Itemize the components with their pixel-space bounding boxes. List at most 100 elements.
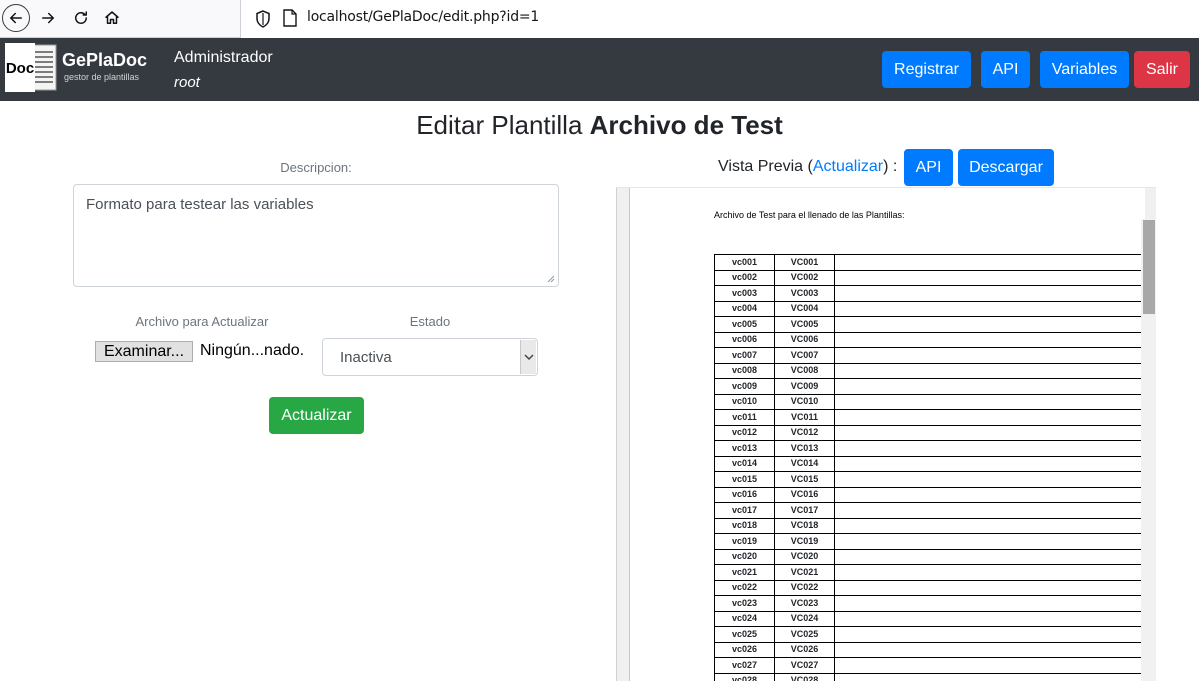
home-icon[interactable] bbox=[98, 4, 126, 32]
value-cell bbox=[834, 486, 1143, 503]
registrar-button[interactable]: Registrar bbox=[882, 51, 971, 88]
value-cell bbox=[834, 378, 1143, 395]
variable-cell: VC014 bbox=[774, 455, 835, 472]
url-text[interactable]: localhost/GePlaDoc/edit.php?id=1 bbox=[307, 9, 539, 25]
variable-cell: VC021 bbox=[774, 564, 835, 581]
variable-cell: vc023 bbox=[714, 595, 775, 612]
table-row: vc013 VC013 bbox=[714, 440, 1143, 457]
doc-heading: Archivo de Test para el llenado de las P… bbox=[714, 210, 905, 220]
variable-cell: vc008 bbox=[714, 362, 775, 379]
page-icon bbox=[283, 9, 297, 27]
value-cell bbox=[834, 285, 1143, 302]
variable-cell: vc021 bbox=[714, 564, 775, 581]
variable-cell: vc012 bbox=[714, 424, 775, 441]
download-button[interactable]: Descargar bbox=[958, 149, 1054, 186]
variable-cell: VC013 bbox=[774, 440, 835, 457]
value-cell bbox=[834, 300, 1143, 317]
table-row: vc015 VC015 bbox=[714, 471, 1143, 488]
forward-icon[interactable] bbox=[34, 4, 62, 32]
value-cell bbox=[834, 610, 1143, 627]
variable-cell: vc009 bbox=[714, 378, 775, 395]
table-row: vc017 VC017 bbox=[714, 502, 1143, 519]
variable-cell: VC023 bbox=[774, 595, 835, 612]
refresh-preview-link[interactable]: Actualizar bbox=[813, 158, 883, 175]
brand-name[interactable]: GePlaDoc bbox=[62, 50, 147, 71]
page-title-prefix: Editar Plantilla bbox=[416, 110, 583, 140]
description-textarea[interactable]: Formato para testear las variables bbox=[73, 184, 559, 287]
status-selected-value: Inactiva bbox=[340, 349, 392, 366]
chevron-down-icon[interactable] bbox=[520, 340, 536, 374]
doc-variables-table: vc001 VC001 vc002 VC002 vc003 VC003 vc004 VC004… bbox=[714, 254, 1143, 681]
api-button[interactable]: API bbox=[981, 51, 1030, 88]
variable-cell: VC004 bbox=[774, 300, 835, 317]
table-row: vc019 VC019 bbox=[714, 533, 1143, 550]
table-row: vc002 VC002 bbox=[714, 269, 1143, 286]
variable-cell: VC028 bbox=[774, 672, 835, 681]
value-cell bbox=[834, 424, 1143, 441]
table-row: vc023 VC023 bbox=[714, 595, 1143, 612]
value-cell bbox=[834, 595, 1143, 612]
scrollbar-thumb[interactable] bbox=[1143, 220, 1155, 314]
variable-cell: VC015 bbox=[774, 471, 835, 488]
preview-label-suffix: ) : bbox=[883, 158, 898, 175]
value-cell bbox=[834, 362, 1143, 379]
file-label: Archivo para Actualizar bbox=[135, 314, 269, 329]
variable-cell: VC003 bbox=[774, 285, 835, 302]
brand-subtitle: gestor de plantillas bbox=[64, 72, 140, 82]
value-cell bbox=[834, 579, 1143, 596]
table-row: vc025 VC025 bbox=[714, 626, 1143, 643]
browser-toolbar: localhost/GePlaDoc/edit.php?id=1 bbox=[0, 0, 1199, 38]
variable-cell: vc015 bbox=[714, 471, 775, 488]
back-icon[interactable] bbox=[2, 4, 30, 32]
preview-label-prefix: Vista Previa ( bbox=[718, 158, 813, 175]
description-value: Formato para testear las variables bbox=[86, 196, 314, 213]
table-row: vc022 VC022 bbox=[714, 579, 1143, 596]
app-navbar: Doc GePlaDoc gestor de plantillas Admini… bbox=[0, 38, 1199, 101]
variable-cell: VC010 bbox=[774, 393, 835, 410]
variables-button[interactable]: Variables bbox=[1040, 51, 1129, 88]
resize-grip-icon[interactable] bbox=[547, 275, 555, 283]
variable-cell: VC006 bbox=[774, 331, 835, 348]
preview-scrollbar[interactable] bbox=[1141, 219, 1156, 681]
variable-cell: vc010 bbox=[714, 393, 775, 410]
address-bar[interactable]: localhost/GePlaDoc/edit.php?id=1 bbox=[240, 0, 1199, 38]
reload-icon[interactable] bbox=[67, 4, 95, 32]
value-cell bbox=[834, 347, 1143, 364]
user-role: Administrador bbox=[174, 49, 273, 66]
value-cell bbox=[834, 517, 1143, 534]
table-row: vc012 VC012 bbox=[714, 424, 1143, 441]
variable-cell: VC025 bbox=[774, 626, 835, 643]
value-cell bbox=[834, 502, 1143, 519]
status-select[interactable]: Inactiva bbox=[322, 338, 538, 376]
logout-button[interactable]: Salir bbox=[1134, 51, 1190, 88]
variable-cell: VC020 bbox=[774, 548, 835, 565]
variable-cell: VC001 bbox=[774, 254, 835, 271]
update-button[interactable]: Actualizar bbox=[269, 397, 364, 434]
table-row: vc021 VC021 bbox=[714, 564, 1143, 581]
logo-icon[interactable]: Doc bbox=[5, 43, 58, 92]
document-preview[interactable]: Archivo de Test para el llenado de las P… bbox=[616, 187, 1156, 681]
preview-api-button[interactable]: API bbox=[904, 149, 953, 186]
table-row: vc027 VC027 bbox=[714, 657, 1143, 674]
table-row: vc003 VC003 bbox=[714, 285, 1143, 302]
variable-cell: vc020 bbox=[714, 548, 775, 565]
tracking-shield-icon[interactable] bbox=[255, 10, 271, 28]
value-cell bbox=[834, 393, 1143, 410]
variable-cell: VC024 bbox=[774, 610, 835, 627]
variable-cell: vc027 bbox=[714, 657, 775, 674]
file-name-text: Ningún...nado. bbox=[200, 342, 305, 359]
table-row: vc018 VC018 bbox=[714, 517, 1143, 534]
variable-cell: vc007 bbox=[714, 347, 775, 364]
value-cell bbox=[834, 641, 1143, 658]
browse-file-button[interactable]: Examinar... bbox=[95, 341, 193, 362]
variable-cell: VC008 bbox=[774, 362, 835, 379]
preview-page: Archivo de Test para el llenado de las P… bbox=[629, 188, 1145, 681]
value-cell bbox=[834, 471, 1143, 488]
value-cell bbox=[834, 254, 1143, 271]
variable-cell: VC016 bbox=[774, 486, 835, 503]
variable-cell: vc006 bbox=[714, 331, 775, 348]
variable-cell: vc018 bbox=[714, 517, 775, 534]
variable-cell: VC009 bbox=[774, 378, 835, 395]
value-cell bbox=[834, 316, 1143, 333]
variable-cell: VC011 bbox=[774, 409, 835, 426]
